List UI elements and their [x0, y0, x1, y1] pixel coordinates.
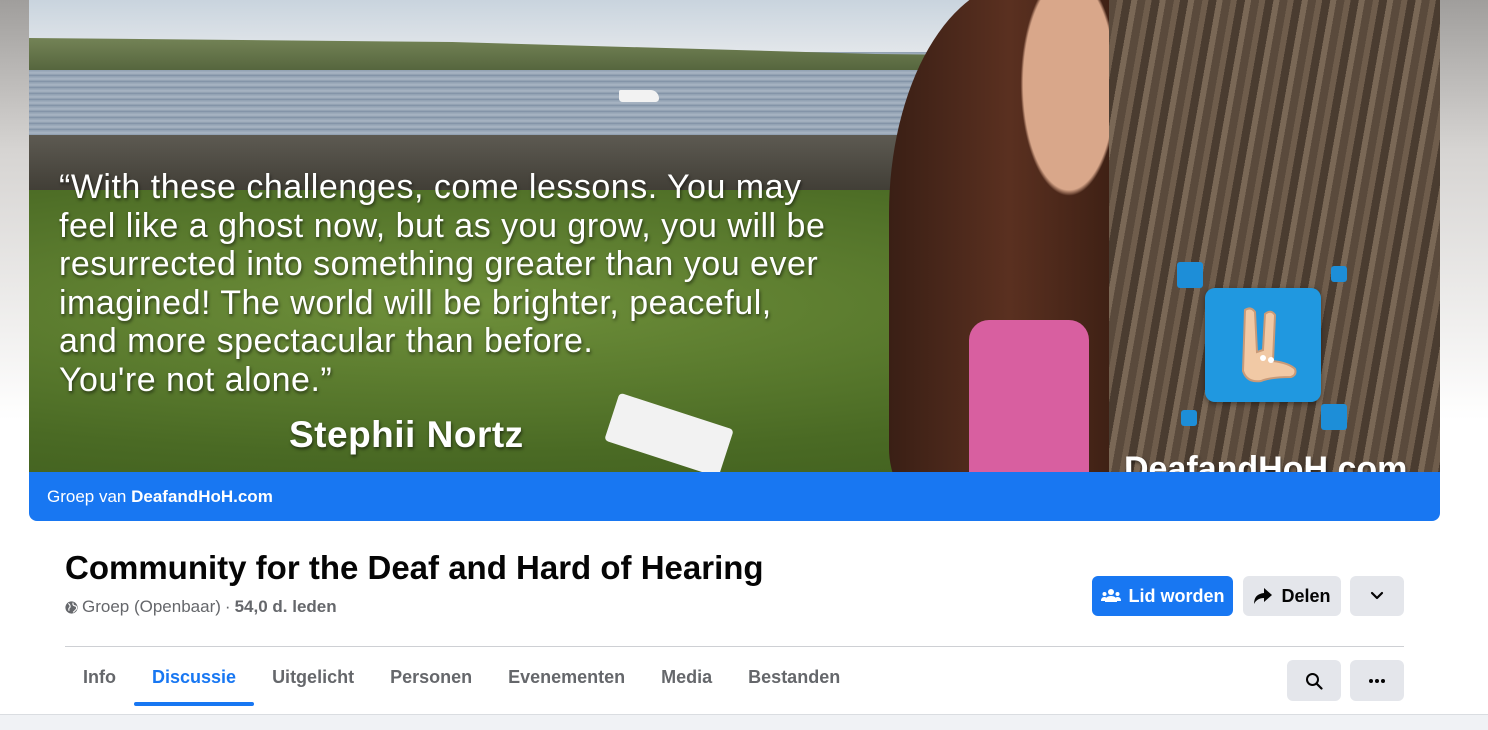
group-owner-bar: Groep van DeafandHoH.com — [29, 472, 1440, 521]
more-actions-dropdown[interactable] — [1350, 576, 1404, 616]
tab-bestanden[interactable]: Bestanden — [730, 650, 858, 705]
tab-media[interactable]: Media — [643, 650, 730, 705]
group-tabs: Info Discussie Uitgelicht Personen Evene… — [65, 660, 858, 715]
more-options-button[interactable] — [1350, 660, 1404, 701]
feed-background — [0, 714, 1488, 730]
share-label: Delen — [1281, 585, 1331, 606]
tab-uitgelicht[interactable]: Uitgelicht — [254, 650, 372, 705]
cover-quote: “With these challenges, come lessons. Yo… — [59, 168, 826, 399]
join-group-button[interactable]: Lid worden — [1092, 576, 1233, 616]
cover-photo-container: “With these challenges, come lessons. Yo… — [29, 0, 1440, 521]
sign-hand-icon — [1205, 288, 1321, 402]
group-owner-link[interactable]: DeafandHoH.com — [131, 487, 273, 506]
share-button[interactable]: Delen — [1243, 576, 1341, 616]
logo-corner — [1321, 404, 1347, 430]
logo-corner — [1177, 262, 1203, 288]
deafandhoh-logo — [1177, 262, 1347, 430]
cover-photo[interactable]: “With these challenges, come lessons. Yo… — [29, 0, 1440, 472]
cover-watermark: DeafandHoH.com — [1124, 450, 1408, 472]
cover-shirt — [969, 320, 1089, 472]
share-arrow-icon — [1254, 588, 1273, 604]
header-divider — [65, 646, 1404, 647]
globe-icon — [65, 600, 78, 614]
chevron-down-icon — [1370, 591, 1384, 600]
tab-discussie[interactable]: Discussie — [134, 650, 255, 706]
member-count[interactable]: 54,0 d. leden — [235, 597, 337, 617]
tab-evenementen[interactable]: Evenementen — [490, 650, 643, 705]
search-icon — [1306, 672, 1323, 690]
cover-author: Stephii Nortz — [289, 414, 524, 455]
group-privacy[interactable]: Groep (Openbaar) — [82, 597, 221, 617]
cover-boat — [619, 90, 659, 102]
logo-corner — [1331, 266, 1347, 282]
group-meta: Groep (Openbaar) · 54,0 d. leden — [65, 597, 337, 617]
search-group-button[interactable] — [1287, 660, 1341, 701]
meta-separator: · — [224, 597, 231, 616]
group-owner-prefix: Groep van — [47, 487, 127, 506]
join-group-label: Lid worden — [1128, 585, 1225, 606]
tab-info[interactable]: Info — [65, 650, 134, 705]
tab-personen[interactable]: Personen — [372, 650, 490, 705]
group-title[interactable]: Community for the Deaf and Hard of Heari… — [65, 549, 764, 587]
ellipsis-icon — [1369, 678, 1385, 683]
people-icon — [1100, 589, 1121, 602]
logo-corner — [1181, 410, 1197, 426]
